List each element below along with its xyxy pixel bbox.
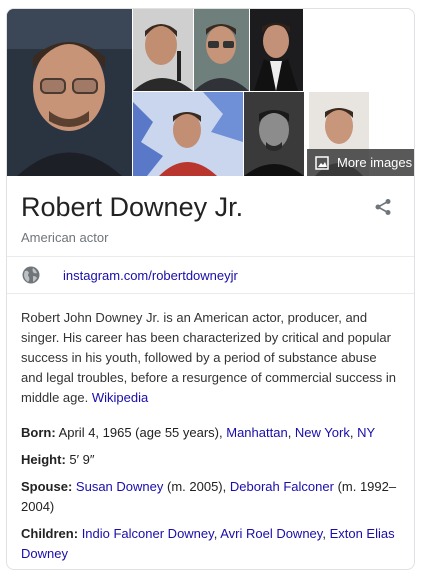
fact-link-new-york[interactable]: New York <box>295 425 350 440</box>
fact-label: Children: <box>21 526 79 541</box>
facts-list: Born: April 4, 1965 (age 55 years), Manh… <box>7 408 414 564</box>
more-images-button[interactable]: More images <box>307 149 414 176</box>
fact-value: April 4, 1965 (age 55 years), <box>58 425 223 440</box>
main-photo[interactable] <box>7 9 132 176</box>
knowledge-panel: More images Robert Downey Jr. American a… <box>6 8 415 570</box>
fact-link-ny[interactable]: NY <box>357 425 375 440</box>
entity-title: Robert Downey Jr. <box>21 192 244 222</box>
photo-5[interactable] <box>133 92 243 176</box>
fact-spouse: Spouse: Susan Downey (m. 2005), Deborah … <box>21 477 400 517</box>
description: Robert John Downey Jr. is an American ac… <box>7 294 414 408</box>
fact-label: Born: <box>21 425 56 440</box>
more-images-label: More images <box>337 155 413 170</box>
description-text: Robert John Downey Jr. is an American ac… <box>21 310 397 405</box>
photo-3[interactable] <box>194 9 249 91</box>
globe-icon <box>21 265 41 285</box>
fact-link-manhattan[interactable]: Manhattan <box>226 425 287 440</box>
photo-2[interactable] <box>133 9 193 91</box>
share-icon[interactable] <box>374 198 392 216</box>
wikipedia-link[interactable]: Wikipedia <box>92 390 148 405</box>
fact-link-deborah-falconer[interactable]: Deborah Falconer <box>230 479 334 494</box>
fact-label: Height: <box>21 452 66 467</box>
title-section: Robert Downey Jr. American actor <box>7 176 414 257</box>
fact-value: (m. 2005), <box>167 479 227 494</box>
image-gallery: More images <box>7 9 414 176</box>
image-icon <box>315 155 329 170</box>
website-link[interactable]: instagram.com/robertdowneyjr <box>63 268 238 283</box>
fact-children: Children: Indio Falconer Downey, Avri Ro… <box>21 526 395 561</box>
fact-link-susan-downey[interactable]: Susan Downey <box>76 479 163 494</box>
website-row: instagram.com/robertdowneyjr <box>7 257 414 294</box>
entity-subtitle: American actor <box>21 230 109 245</box>
fact-link-avri[interactable]: Avri Roel Downey <box>220 526 322 541</box>
fact-value: 5′ 9″ <box>69 452 95 467</box>
fact-link-indio[interactable]: Indio Falconer Downey <box>82 526 214 541</box>
fact-height: Height: 5′ 9″ <box>21 450 400 470</box>
photo-6[interactable] <box>244 92 304 176</box>
photo-4[interactable] <box>250 9 303 91</box>
fact-label: Spouse: <box>21 479 73 494</box>
fact-born: Born: April 4, 1965 (age 55 years), Manh… <box>21 425 376 440</box>
